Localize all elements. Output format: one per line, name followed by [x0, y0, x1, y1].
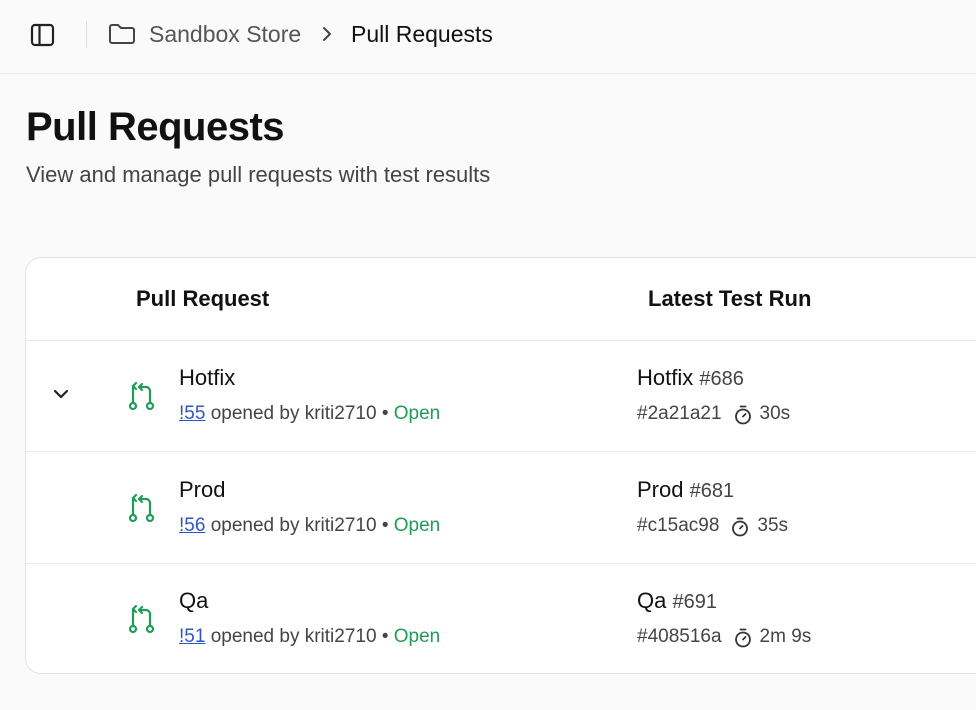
- pr-title: Hotfix: [179, 365, 236, 390]
- pr-meta-bullet: •: [381, 515, 389, 536]
- breadcrumb-item-sandbox-store[interactable]: Sandbox Store: [149, 20, 301, 48]
- test-run-number: #691: [672, 591, 717, 613]
- git-pull-request-icon: [128, 604, 155, 634]
- top-bar: Sandbox Store Pull Requests: [0, 0, 976, 74]
- sidebar-panel-icon: [30, 23, 55, 47]
- pr-meta: !51 opened by kriti2710 • Open: [179, 625, 440, 649]
- column-header-latest-test-run: Latest Test Run: [648, 286, 812, 311]
- stopwatch-icon: [734, 628, 751, 648]
- pr-opened-by: opened by kriti2710: [210, 626, 377, 647]
- git-pull-request-icon: [128, 493, 155, 523]
- test-run-title: Qa #691: [637, 587, 717, 616]
- stopwatch-icon: [732, 517, 749, 537]
- pr-title: Prod: [179, 477, 226, 502]
- breadcrumb-item-current: Pull Requests: [351, 21, 493, 47]
- pr-number-link[interactable]: !56: [179, 515, 205, 536]
- pr-number-link[interactable]: !51: [179, 626, 205, 647]
- column-header-pull-request: Pull Request: [136, 286, 270, 311]
- topbar-divider: [86, 21, 87, 48]
- stopwatch-icon: [734, 405, 751, 425]
- git-pull-request-icon: [128, 381, 155, 411]
- test-run-title: Prod #681: [637, 476, 734, 505]
- test-run-name: Prod: [637, 477, 684, 502]
- pr-status-badge: Open: [393, 515, 441, 536]
- test-run-meta: #2a21a21 30s: [637, 402, 790, 426]
- table-row[interactable]: Prod !56 opened by kriti2710 • Open Prod…: [26, 453, 976, 564]
- page-title: Pull Requests: [26, 105, 285, 149]
- pr-number-link[interactable]: !55: [179, 403, 205, 424]
- sidebar-toggle-button[interactable]: [30, 23, 55, 47]
- test-run-title: Hotfix #686: [637, 364, 744, 393]
- test-run-duration: 35s: [757, 515, 789, 536]
- test-run-commit: #408516a: [637, 626, 722, 647]
- chevron-down-icon[interactable]: [52, 387, 70, 401]
- pr-opened-by: opened by kriti2710: [210, 515, 377, 536]
- test-run-commit: #2a21a21: [637, 403, 722, 424]
- pr-status-badge: Open: [393, 626, 441, 647]
- pr-meta: !56 opened by kriti2710 • Open: [179, 514, 440, 538]
- test-run-number: #686: [699, 368, 744, 390]
- pr-meta-bullet: •: [381, 626, 389, 647]
- table-row[interactable]: Qa !51 opened by kriti2710 • Open Qa #69…: [26, 564, 976, 673]
- folder-icon: [109, 24, 135, 44]
- test-run-number: #681: [689, 480, 735, 502]
- pr-meta: !55 opened by kriti2710 • Open: [179, 402, 440, 426]
- test-run-meta: #408516a 2m 9s: [637, 625, 811, 649]
- pr-opened-by: opened by kriti2710: [210, 403, 377, 424]
- table-row[interactable]: Hotfix !55 opened by kriti2710 • Open Ho…: [26, 341, 976, 452]
- test-run-name: Hotfix: [637, 365, 694, 390]
- test-run-meta: #c15ac98 35s: [637, 514, 788, 538]
- chevron-right-icon: [323, 27, 331, 41]
- test-run-duration: 2m 9s: [759, 626, 812, 647]
- pull-requests-table: Pull Request Latest Test Run Hotfix !55 …: [25, 257, 976, 674]
- pr-meta-bullet: •: [381, 403, 389, 424]
- test-run-duration: 30s: [759, 403, 791, 424]
- page-subtitle: View and manage pull requests with test …: [26, 162, 491, 187]
- pr-title: Qa: [179, 588, 209, 613]
- test-run-name: Qa: [637, 588, 667, 613]
- test-run-commit: #c15ac98: [637, 515, 720, 536]
- table-header: Pull Request Latest Test Run: [26, 258, 976, 341]
- pr-status-badge: Open: [393, 403, 441, 424]
